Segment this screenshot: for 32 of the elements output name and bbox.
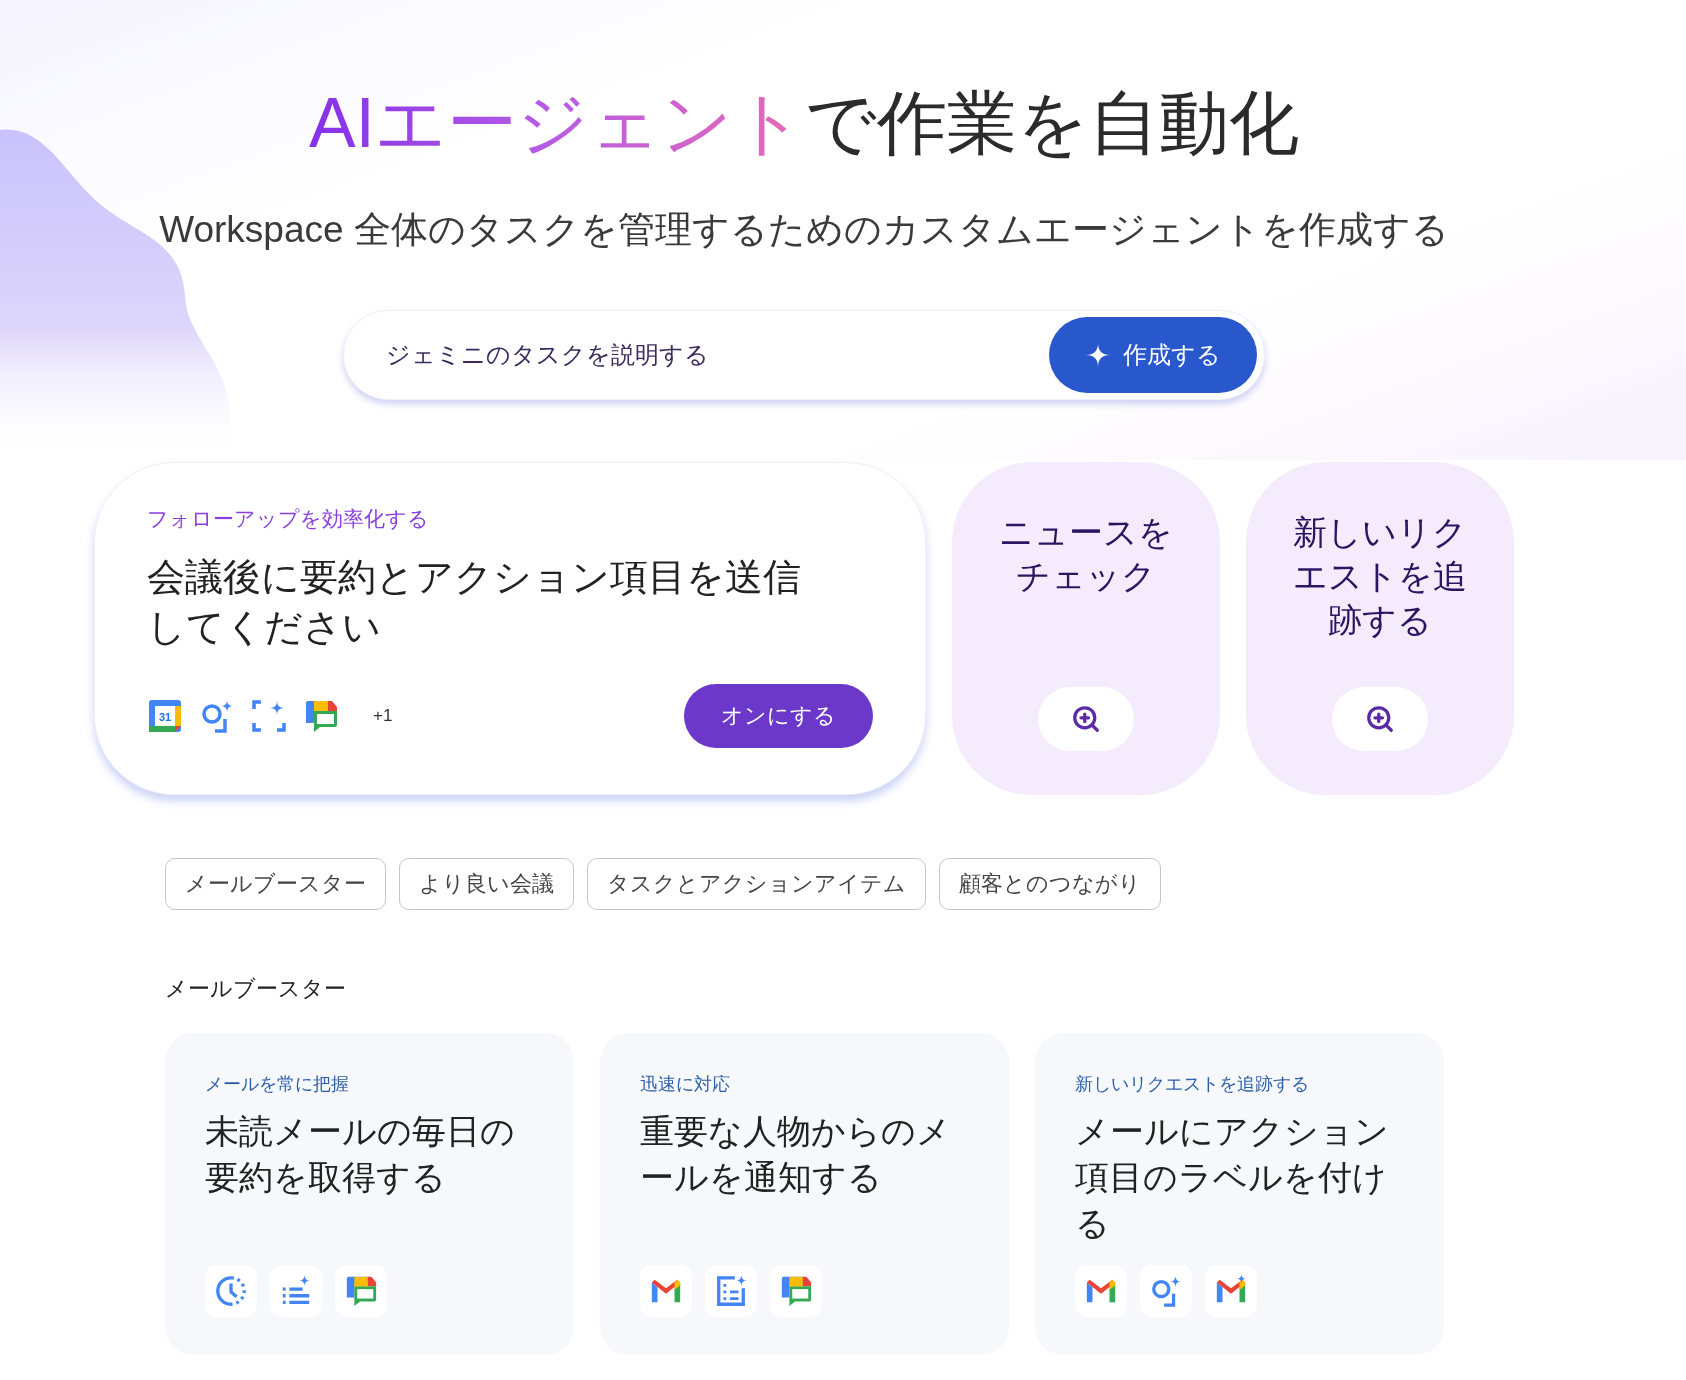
document-sparkle-icon — [714, 1273, 748, 1308]
filter-chip[interactable]: 顧客とのつながり — [939, 857, 1161, 910]
card-title: 重要な人物からのメールを通知する — [640, 1110, 952, 1198]
clock-icon — [214, 1273, 248, 1308]
template-card[interactable]: メールを常に把握 未読メールの毎日の要約を取得する — [165, 1032, 574, 1355]
suggestion-card[interactable]: ニュースをチェック — [952, 461, 1220, 795]
card-title: 会議後に要約とアクション項目を送信してください — [147, 555, 802, 650]
more-count: +1 — [373, 704, 393, 727]
page-subtitle: Workspace 全体のタスクを管理するためのカスタムエージェントを作成する — [159, 208, 1449, 252]
zoom-in-icon — [1365, 703, 1395, 734]
create-button[interactable]: 作成する — [1049, 316, 1257, 393]
zoom-in-icon — [1071, 703, 1101, 734]
card-title: メールにアクション項目のラベルを付ける — [1075, 1110, 1390, 1244]
suggestion-card[interactable]: 新しいリクエストを追跡する — [1246, 461, 1514, 795]
card-eyebrow: 迅速に対応 — [640, 1072, 731, 1096]
calendar-icon: 31 — [147, 697, 183, 734]
filter-chip[interactable]: タスクとアクションアイテム — [587, 857, 926, 910]
card-title: 未読メールの毎日の要約を取得する — [205, 1110, 516, 1198]
card-eyebrow: フォローアップを効率化する — [147, 505, 430, 532]
section-title: メールブースター — [165, 974, 347, 1003]
card-eyebrow: 新しいリクエストを追跡する — [1075, 1072, 1310, 1096]
lens-sparkle-icon — [1149, 1273, 1183, 1308]
turn-on-button[interactable]: オンにする — [684, 683, 873, 748]
template-card[interactable]: 迅速に対応 重要な人物からのメールを通知する — [600, 1032, 1009, 1355]
suggestion-title: ニュースをチェック — [998, 511, 1174, 597]
filter-chip[interactable]: メールブースター — [165, 857, 386, 910]
card-eyebrow: メールを常に把握 — [205, 1072, 350, 1096]
scan-sparkle-icon — [251, 697, 287, 734]
page-title: AIエージェント で作業を自動化 — [308, 88, 1300, 158]
suggestion-title: 新しいリクエストを追跡する — [1292, 511, 1468, 641]
filter-chip[interactable]: より良い会議 — [399, 857, 574, 910]
template-card[interactable]: 新しいリクエストを追跡する メールにアクション項目のラベルを付ける — [1035, 1032, 1444, 1355]
